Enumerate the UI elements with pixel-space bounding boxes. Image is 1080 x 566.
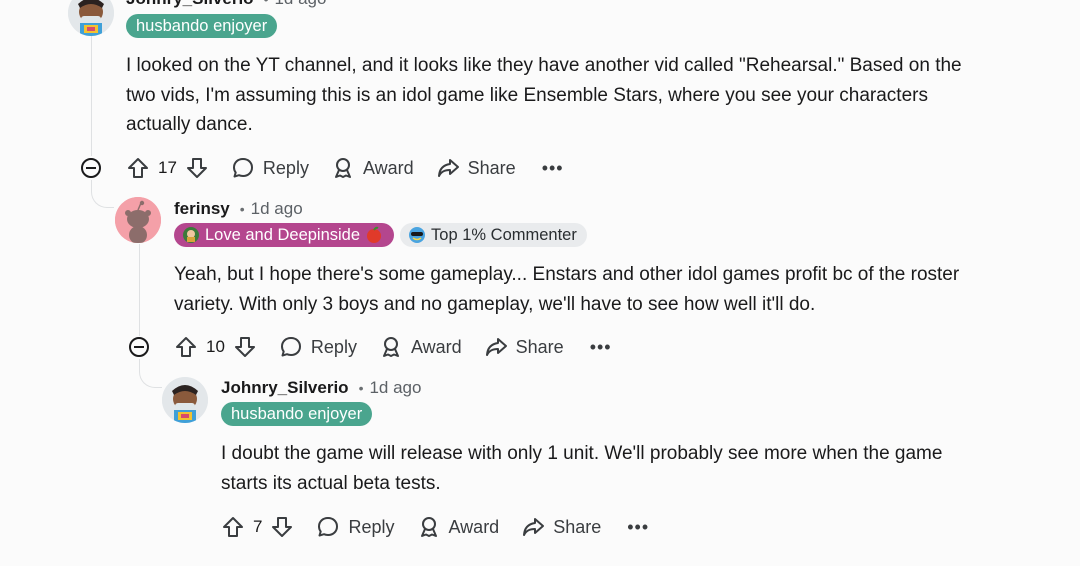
vote-count: 10 — [206, 337, 225, 356]
vote-count: 17 — [158, 158, 177, 177]
comment-line: starts its actual beta tests. — [221, 472, 441, 494]
award-label: Award — [448, 516, 500, 537]
thread-line[interactable] — [139, 359, 140, 367]
award-button[interactable]: Award — [331, 156, 414, 180]
award-button[interactable]: Award — [379, 335, 462, 359]
username[interactable]: Johnry_Silverio — [126, 0, 254, 9]
avatar-icon — [162, 377, 208, 423]
reply-label: Reply — [262, 157, 309, 178]
sunglasses-emoji-icon — [409, 227, 426, 243]
comment-line: variety. With only 3 boys and no gamepla… — [174, 293, 816, 315]
separator-dot: • — [264, 0, 269, 7]
share-label: Share — [553, 516, 602, 537]
separator-dot: • — [358, 380, 364, 396]
comment-bubble-icon — [232, 158, 253, 178]
comment-bubble-icon — [280, 337, 301, 357]
comment-line: actually dance. — [126, 114, 253, 135]
badge-label: Top 1% Commenter — [431, 225, 577, 244]
share-icon — [485, 338, 507, 356]
thread-connector — [139, 365, 162, 388]
reply-label: Reply — [310, 336, 357, 357]
thread-line[interactable] — [91, 36, 92, 156]
upvote-icon[interactable] — [126, 156, 150, 180]
more-options-button[interactable]: ••• — [590, 337, 612, 358]
comment-line: two vids, I'm assuming this is an idol g… — [126, 84, 928, 106]
share-label: Share — [515, 336, 564, 357]
more-options-button[interactable]: ••• — [627, 517, 649, 538]
user-flair: husbando enjoyer — [126, 14, 278, 38]
collapse-thread-button[interactable] — [129, 337, 149, 357]
vote-count: 7 — [253, 517, 263, 536]
award-icon — [382, 337, 399, 357]
share-icon — [437, 159, 459, 177]
upvote-icon[interactable] — [221, 515, 245, 539]
user-flair: husbando enjoyer — [221, 402, 373, 426]
timestamp[interactable]: 1d ago — [274, 0, 326, 9]
timestamp[interactable]: 1d ago — [251, 199, 303, 219]
comment-line: I looked on the YT channel, and it looks… — [126, 55, 962, 76]
comment-body: I looked on the YT channel, and it looks… — [126, 51, 1066, 140]
comment-actions: 7 Reply Award Share ••• — [221, 512, 649, 542]
username[interactable]: Johnry_Silverio — [221, 378, 349, 398]
snoo-avatar-icon — [115, 197, 161, 243]
vote-group: 17 — [126, 156, 209, 180]
avatar[interactable] — [162, 377, 208, 423]
upvote-icon[interactable] — [174, 335, 198, 359]
award-button[interactable]: Award — [417, 515, 500, 539]
share-button[interactable]: Share — [521, 515, 601, 539]
comment-thread: Johnry_Silverio • 1d ago husbando enjoye… — [0, 0, 1080, 566]
thread-line[interactable] — [91, 180, 92, 186]
share-button[interactable]: Share — [436, 156, 516, 180]
award-icon — [334, 158, 351, 178]
award-label: Award — [362, 157, 414, 178]
separator-dot: • — [239, 201, 245, 217]
comment-line: Yeah, but I hope there's some gameplay..… — [174, 264, 960, 285]
share-button[interactable]: Share — [484, 335, 564, 359]
vote-group: 7 — [221, 515, 294, 539]
avatar[interactable] — [68, 0, 114, 36]
comment-body: Yeah, but I hope there's some gameplay..… — [174, 260, 1064, 319]
reply-label: Reply — [348, 516, 395, 537]
reply-button[interactable]: Reply — [231, 156, 309, 180]
thread-connector — [91, 185, 114, 208]
comment-bubble-icon — [318, 517, 339, 537]
achievement-badge: Top 1% Commenter — [400, 223, 587, 247]
username[interactable]: ferinsy — [174, 199, 230, 219]
downvote-icon[interactable] — [185, 156, 209, 180]
share-label: Share — [467, 157, 516, 178]
flair-label: Love and Deepinside — [205, 225, 361, 244]
comment-body: I doubt the game will release with only … — [221, 439, 1066, 498]
vote-group: 10 — [174, 335, 257, 359]
downvote-icon[interactable] — [233, 335, 257, 359]
collapse-thread-button[interactable] — [81, 158, 101, 178]
share-icon — [523, 518, 545, 536]
more-options-button[interactable]: ••• — [542, 158, 564, 179]
reply-button[interactable]: Reply — [279, 335, 357, 359]
comment-actions: 10 Reply Award Share ••• — [174, 332, 612, 362]
character-emoji-icon — [183, 227, 199, 243]
award-label: Award — [410, 336, 462, 357]
reply-button[interactable]: Reply — [316, 515, 395, 539]
timestamp[interactable]: 1d ago — [369, 378, 421, 398]
user-flair: Love and Deepinside — [174, 223, 395, 247]
avatar-icon — [68, 0, 114, 36]
apple-emoji-icon — [367, 226, 382, 243]
comment-actions: 17 Reply Award Share ••• — [126, 153, 564, 183]
comment-line: I doubt the game will release with only … — [221, 443, 943, 464]
thread-line[interactable] — [139, 244, 140, 336]
downvote-icon[interactable] — [270, 515, 294, 539]
award-icon — [420, 517, 437, 537]
avatar[interactable] — [115, 197, 161, 243]
